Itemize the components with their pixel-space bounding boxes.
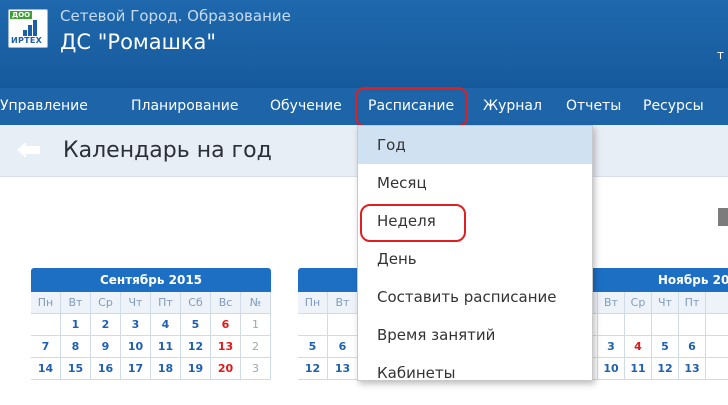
weekday-header: Вт xyxy=(328,292,358,314)
calendar-day[interactable]: 12 xyxy=(298,358,328,380)
calendar-day xyxy=(625,314,652,336)
calendar-month: Сентябрь 2015 Пн Вт Ср Чт Пт Сб Вс № 1 2… xyxy=(31,268,271,380)
calendar-day[interactable]: 12 xyxy=(652,358,679,380)
menu-item-year[interactable]: Год xyxy=(358,126,592,164)
calendar-day[interactable]: 1 xyxy=(61,314,91,336)
weekday-header: Ср xyxy=(625,292,652,314)
page-title: Календарь на год xyxy=(63,138,272,163)
calendar-day xyxy=(706,358,728,380)
calendar-day[interactable]: 4 xyxy=(625,336,652,358)
calendar-day[interactable]: 6 xyxy=(211,314,241,336)
week-number: 1 xyxy=(241,314,271,336)
calendar-day[interactable]: 11 xyxy=(151,336,181,358)
calendar-day[interactable]: 11 xyxy=(625,358,652,380)
weekday-header: Ср xyxy=(91,292,121,314)
menu-item-make-schedule[interactable]: Составить расписание xyxy=(358,278,592,316)
calendar-day[interactable]: 13 xyxy=(211,336,241,358)
calendar-day[interactable]: 9 xyxy=(91,336,121,358)
calendar-day[interactable]: 16 xyxy=(91,358,121,380)
calendar-day[interactable]: 19 xyxy=(181,358,211,380)
nav-item-planning[interactable]: Планирование xyxy=(131,88,238,125)
menu-item-month[interactable]: Месяц xyxy=(358,164,592,202)
flag-icon[interactable] xyxy=(718,208,728,226)
calendar-day[interactable]: 5 xyxy=(652,336,679,358)
calendar-day[interactable]: 2 xyxy=(91,314,121,336)
calendar-day[interactable]: 10 xyxy=(598,358,625,380)
calendar-day xyxy=(679,314,706,336)
logo-badge: ДОО xyxy=(10,11,33,19)
week-number: 3 xyxy=(241,358,271,380)
weekday-header: Вс xyxy=(211,292,241,314)
menu-item-day[interactable]: День xyxy=(358,240,592,278)
org-title: ДС "Ромашка" xyxy=(60,30,217,54)
weekday-header: Вт xyxy=(61,292,91,314)
nav-item-management[interactable]: Управление xyxy=(0,88,88,125)
calendar-day xyxy=(652,314,679,336)
app-header: ДОО ИРТЕХ Сетевой Город. Образование ДС … xyxy=(0,0,728,88)
nav-item-learning[interactable]: Обучение xyxy=(270,88,342,125)
nav-item-reports[interactable]: Отчеты xyxy=(566,88,621,125)
logo-bars-icon xyxy=(23,20,37,36)
calendar-day[interactable]: 5 xyxy=(298,336,328,358)
calendar-day[interactable]: 4 xyxy=(151,314,181,336)
calendar-day[interactable]: 6 xyxy=(679,336,706,358)
weekday-header: Пт xyxy=(151,292,181,314)
calendar-day xyxy=(706,314,728,336)
nav-item-schedule[interactable]: Расписание xyxy=(368,88,454,125)
calendar-day[interactable]: 13 xyxy=(328,358,358,380)
calendar-day xyxy=(298,314,328,336)
calendar-day xyxy=(328,314,358,336)
back-arrow-icon[interactable] xyxy=(16,139,42,161)
weekday-header: Пт xyxy=(679,292,706,314)
weekday-header: Чт xyxy=(652,292,679,314)
calendar-grid: Пн Вт Ср Чт Пт Сб Вс № 1 2 3 4 5 6 1 7 8… xyxy=(31,292,271,380)
calendar-day[interactable]: 3 xyxy=(598,336,625,358)
weekday-header xyxy=(706,292,728,314)
app-logo[interactable]: ДОО ИРТЕХ xyxy=(8,9,48,48)
calendar-month-title: Сентябрь 2015 xyxy=(31,268,271,292)
menu-item-class-times[interactable]: Время занятий xyxy=(358,316,592,354)
week-number: 2 xyxy=(241,336,271,358)
calendar-day[interactable]: 13 xyxy=(679,358,706,380)
logo-brand: ИРТЕХ xyxy=(11,36,43,45)
calendar-day[interactable]: 20 xyxy=(211,358,241,380)
calendar-day[interactable]: 15 xyxy=(61,358,91,380)
weekday-header: Сб xyxy=(181,292,211,314)
weekday-header: Вт xyxy=(598,292,625,314)
calendar-day xyxy=(598,314,625,336)
calendar-day[interactable]: 12 xyxy=(181,336,211,358)
main-nav: Управление Планирование Обучение Расписа… xyxy=(0,88,728,125)
calendar-day[interactable]: 14 xyxy=(31,358,61,380)
header-user-text[interactable]: т xyxy=(717,48,724,62)
menu-item-week[interactable]: Неделя xyxy=(358,202,592,240)
weekday-header: Пн xyxy=(298,292,328,314)
weekday-header: Чт xyxy=(121,292,151,314)
calendar-day[interactable]: 10 xyxy=(121,336,151,358)
calendar-day[interactable]: 3 xyxy=(121,314,151,336)
menu-item-rooms[interactable]: Кабинеты xyxy=(358,354,592,392)
week-number-header: № xyxy=(241,292,271,314)
app-title: Сетевой Город. Образование xyxy=(60,7,291,25)
nav-item-resources[interactable]: Ресурсы xyxy=(643,88,704,125)
app-window: ДОО ИРТЕХ Сетевой Город. Образование ДС … xyxy=(0,0,728,405)
calendar-day xyxy=(706,336,728,358)
calendar-day[interactable]: 5 xyxy=(181,314,211,336)
schedule-dropdown-menu: Год Месяц Неделя День Составить расписан… xyxy=(357,125,593,382)
calendar-day xyxy=(31,314,61,336)
calendar-day[interactable]: 8 xyxy=(61,336,91,358)
weekday-header: Пн xyxy=(31,292,61,314)
calendar-day[interactable]: 6 xyxy=(328,336,358,358)
calendar-day[interactable]: 7 xyxy=(31,336,61,358)
nav-item-journal[interactable]: Журнал xyxy=(483,88,542,125)
calendar-day[interactable]: 18 xyxy=(151,358,181,380)
calendar-day[interactable]: 17 xyxy=(121,358,151,380)
